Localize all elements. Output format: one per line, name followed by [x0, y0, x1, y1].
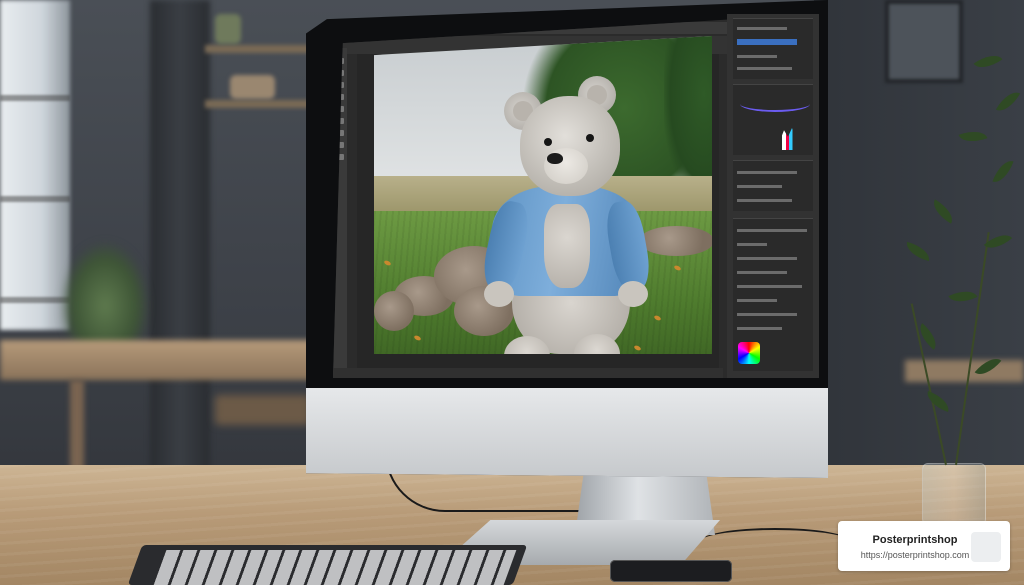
properties-panel: [733, 18, 813, 79]
watermark-brand: Posterprintshop: [872, 534, 958, 546]
curves-graph-icon: [740, 96, 810, 112]
photo-tree-right: [664, 36, 712, 196]
background-table: [0, 340, 320, 380]
monitor-chin: [306, 388, 828, 478]
bear-eye-right: [586, 134, 594, 142]
watermark-url[interactable]: https://posterprintshop.com: [838, 550, 992, 560]
teddy-bear-photo: [374, 36, 712, 354]
pillar: [150, 0, 210, 500]
fur-pile: [639, 226, 712, 256]
shelf-pot: [215, 14, 241, 44]
shelf-middle: [205, 100, 315, 108]
editor-panels: [727, 14, 819, 378]
watermark-badge[interactable]: Posterprintshop https://posterprintshop.…: [838, 521, 1010, 571]
bear-chest: [544, 204, 590, 288]
glass-vase: [922, 463, 986, 525]
plant-blurred: [60, 240, 150, 350]
fur-pile: [374, 291, 414, 331]
color-wheel-icon: [738, 342, 760, 364]
bear-paw-right: [618, 281, 648, 307]
adjustments-panel: [733, 84, 813, 155]
brush-panel: [733, 160, 813, 211]
bear-eye-left: [544, 138, 552, 146]
bear-nose: [547, 153, 563, 164]
keyboard-keys: [153, 550, 517, 585]
bear-head: [520, 96, 620, 196]
background-chair: [215, 395, 310, 425]
wall-frame: [885, 0, 963, 83]
logo-icon: [971, 532, 1001, 562]
bear-paw-left: [484, 281, 514, 307]
editor-status-bar: [333, 368, 723, 378]
cable-right-icon: [700, 528, 850, 555]
smartphone: [610, 560, 732, 582]
shelf-box: [230, 75, 275, 99]
shelf-top: [205, 45, 315, 53]
